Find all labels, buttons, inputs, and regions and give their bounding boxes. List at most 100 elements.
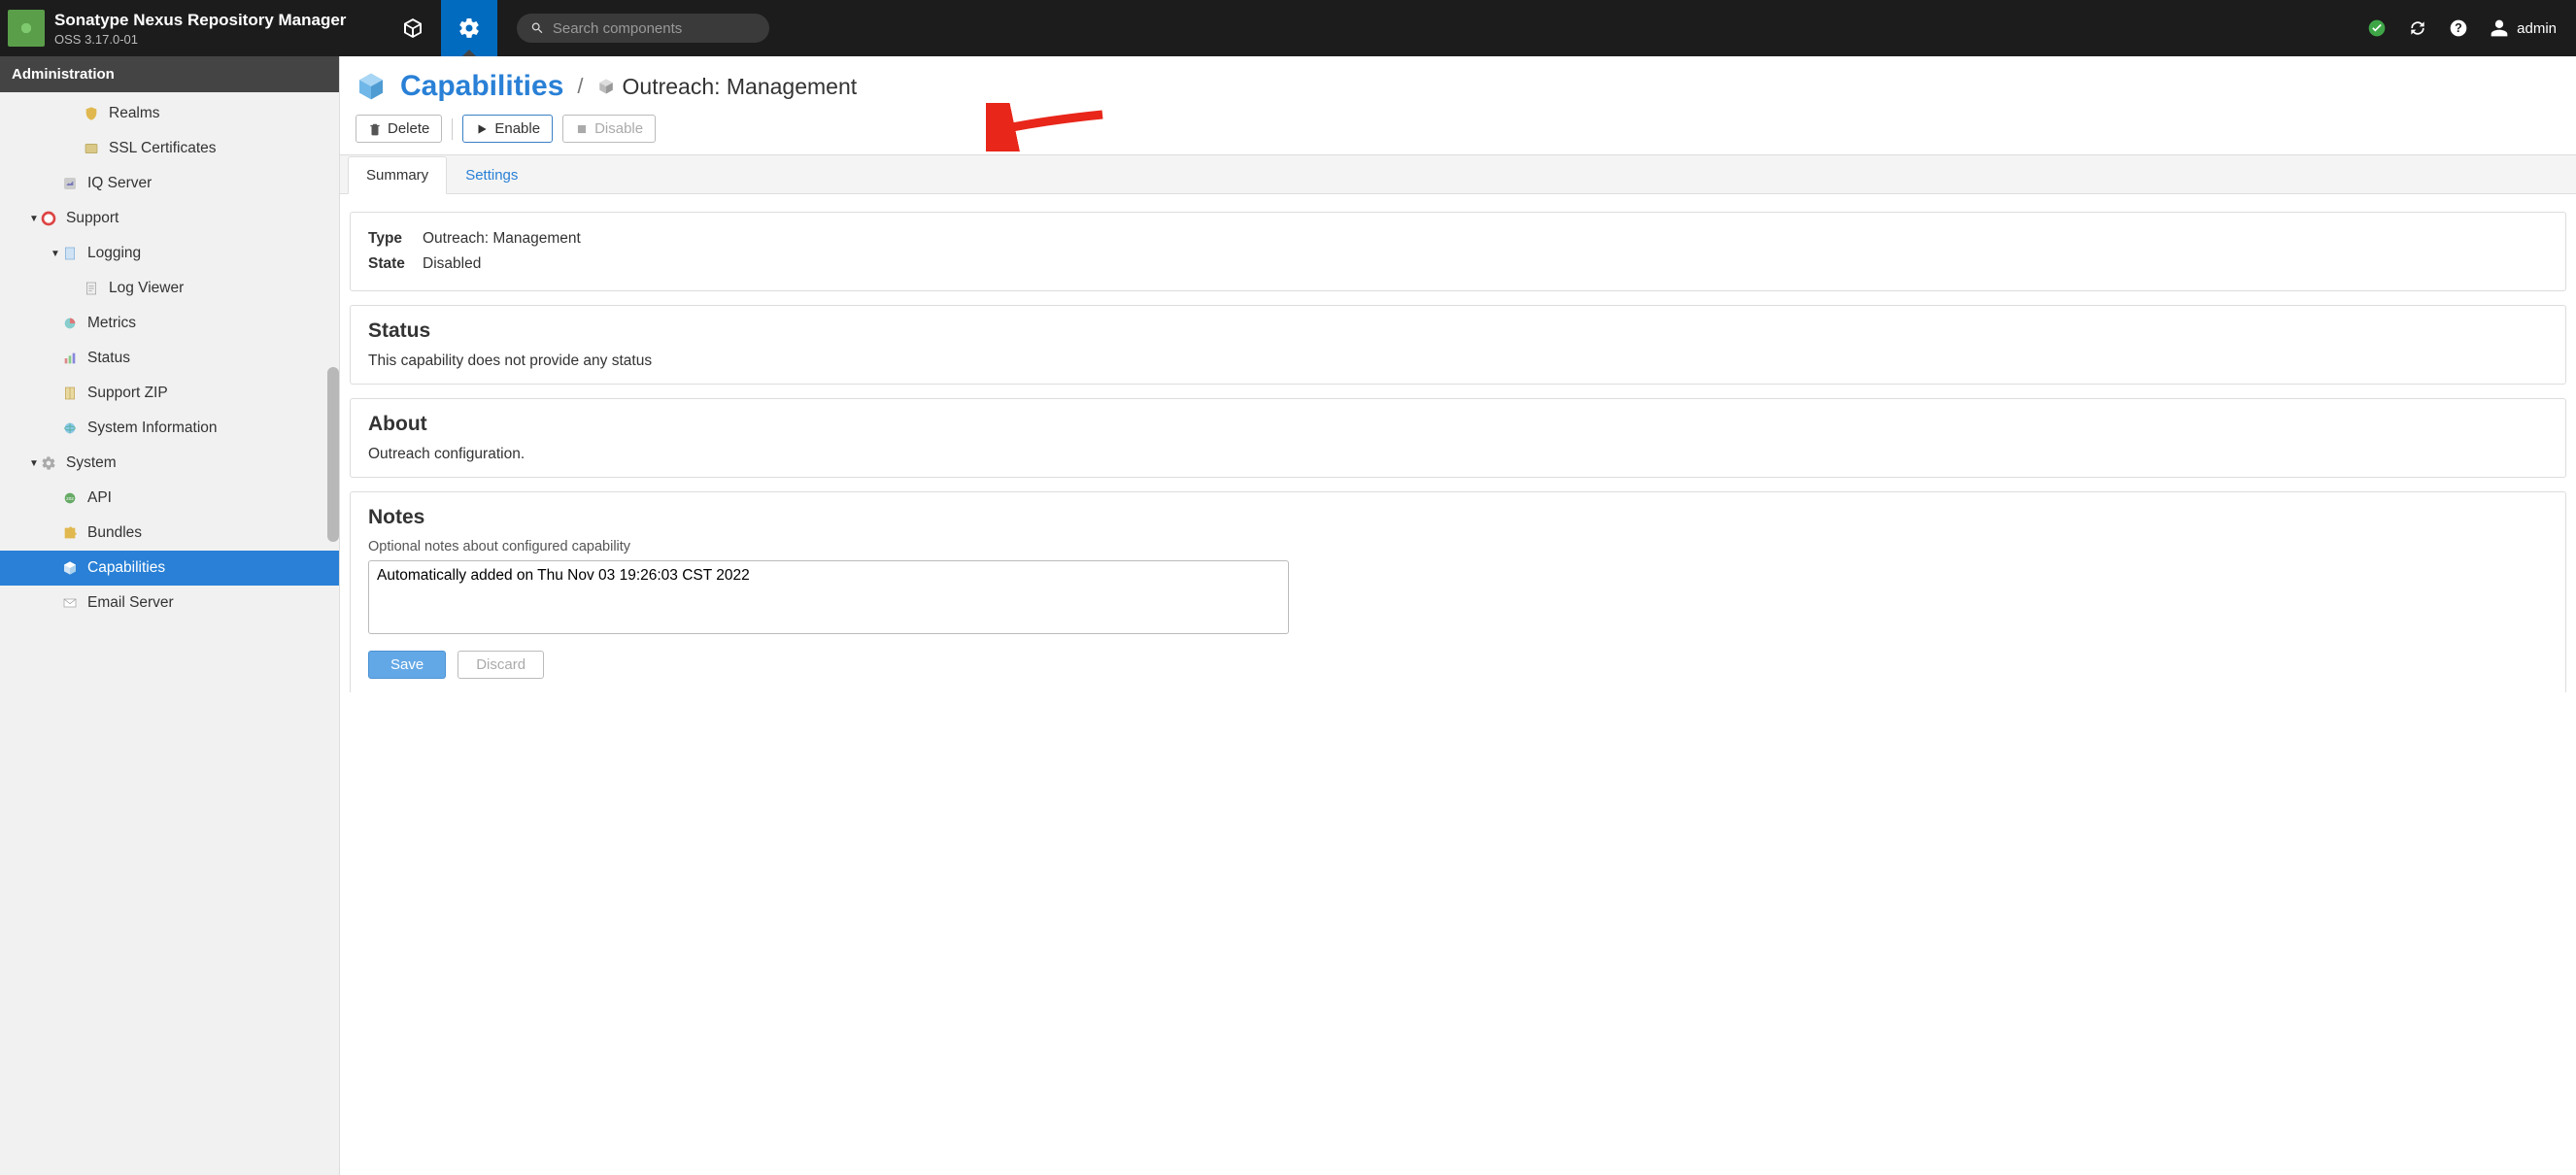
about-text: Outreach configuration.	[368, 446, 2548, 463]
mail-icon	[62, 595, 78, 611]
sidebar-item-label: Status	[87, 350, 331, 367]
sidebar: Administration Realms SSL Certificates IQ …	[0, 56, 340, 1175]
product-version: OSS 3.17.0-01	[54, 32, 346, 47]
tabs: Summary Settings	[340, 154, 2576, 194]
save-button[interactable]: Save	[368, 651, 446, 679]
brand-block: Sonatype Nexus Repository Manager OSS 3.…	[54, 11, 346, 47]
type-label: Type	[368, 230, 423, 248]
api-icon: 202	[62, 490, 78, 506]
user-icon	[2490, 18, 2509, 38]
docview-icon	[84, 281, 99, 296]
sidebar-item-email-server[interactable]: Email Server	[0, 586, 339, 621]
state-value: Disabled	[423, 255, 481, 273]
sidebar-item-label: Logging	[87, 245, 331, 262]
iq-icon	[62, 176, 78, 191]
cert-icon	[84, 141, 99, 156]
shield-icon	[84, 106, 99, 121]
sidebar-item-label: System Information	[87, 420, 331, 437]
type-state-panel: Type Outreach: Management State Disabled	[350, 212, 2566, 291]
sidebar-item-ssl-certificates[interactable]: SSL Certificates	[0, 131, 339, 166]
bars-icon	[62, 351, 78, 366]
sidebar-item-realms[interactable]: Realms	[0, 96, 339, 131]
toolbar-separator	[452, 118, 453, 140]
tree-arrow-icon: ▼	[49, 249, 62, 259]
browse-mode-button[interactable]	[385, 0, 441, 56]
trash-icon	[368, 122, 382, 136]
status-heading: Status	[368, 319, 2548, 343]
scrollbar-thumb[interactable]	[327, 367, 339, 542]
refresh-icon[interactable]	[2408, 18, 2427, 38]
sidebar-item-capabilities[interactable]: Capabilities	[0, 551, 339, 586]
tree-arrow-icon: ▼	[27, 214, 41, 224]
status-text: This capability does not provide any sta…	[368, 352, 2548, 370]
sidebar-item-bundles[interactable]: Bundles	[0, 516, 339, 551]
breadcrumb-current: Outreach: Management	[597, 74, 858, 100]
gear-icon	[458, 17, 481, 40]
sidebar-item-label: Support	[66, 210, 331, 227]
capabilities-cube-icon	[356, 71, 387, 102]
notes-heading: Notes	[368, 506, 2548, 529]
sidebar-item-label: Bundles	[87, 524, 331, 542]
sidebar-item-label: Support ZIP	[87, 385, 331, 402]
sidebar-item-support-zip[interactable]: Support ZIP	[0, 376, 339, 411]
breadcrumb-separator: /	[577, 74, 583, 99]
action-toolbar: Delete Enable Disable	[340, 109, 2576, 154]
delete-button[interactable]: Delete	[356, 115, 442, 143]
sidebar-item-label: SSL Certificates	[109, 140, 331, 157]
sidebar-item-status[interactable]: Status	[0, 341, 339, 376]
notes-textarea[interactable]	[368, 560, 1289, 634]
sidebar-title: Administration	[0, 56, 339, 92]
sidebar-item-label: Capabilities	[87, 559, 331, 577]
doc-icon	[62, 246, 78, 261]
cube-grey-icon	[597, 78, 615, 95]
main-content: Capabilities / Outreach: Management Dele…	[340, 56, 2576, 1175]
sidebar-item-log-viewer[interactable]: Log Viewer	[0, 271, 339, 306]
svg-text:202: 202	[66, 496, 74, 501]
notes-help: Optional notes about configured capabili…	[368, 539, 2548, 554]
search-box[interactable]	[517, 14, 769, 43]
sidebar-item-logging[interactable]: ▼ Logging	[0, 236, 339, 271]
discard-button[interactable]: Discard	[458, 651, 544, 679]
sidebar-item-label: Log Viewer	[109, 280, 331, 297]
sidebar-item-metrics[interactable]: Metrics	[0, 306, 339, 341]
state-label: State	[368, 255, 423, 273]
cube3-icon	[62, 560, 78, 576]
sidebar-item-label: System	[66, 454, 331, 472]
sidebar-item-label: Metrics	[87, 315, 331, 332]
header-right: ? admin	[2367, 18, 2576, 38]
breadcrumb-root[interactable]: Capabilities	[400, 70, 563, 103]
type-value: Outreach: Management	[423, 230, 581, 248]
health-ok-icon[interactable]	[2367, 18, 2387, 38]
pie-icon	[62, 316, 78, 331]
disable-button: Disable	[562, 115, 656, 143]
globe-icon	[62, 420, 78, 436]
sidebar-item-label: IQ Server	[87, 175, 331, 192]
stop-icon	[575, 122, 589, 136]
puzzle-icon	[62, 525, 78, 541]
help-icon[interactable]: ?	[2449, 18, 2468, 38]
admin-mode-button[interactable]	[441, 0, 497, 56]
about-panel: About Outreach configuration.	[350, 398, 2566, 478]
username-label: admin	[2517, 20, 2557, 37]
header-mode-switcher	[385, 0, 497, 56]
sidebar-item-system[interactable]: ▼System	[0, 446, 339, 481]
tab-settings[interactable]: Settings	[447, 156, 536, 194]
sidebar-item-support[interactable]: ▼ Support	[0, 201, 339, 236]
search-input[interactable]	[553, 20, 757, 37]
notes-actions: Save Discard	[368, 651, 2548, 679]
svg-text:?: ?	[2455, 21, 2462, 35]
search-icon	[530, 20, 544, 36]
product-name: Sonatype Nexus Repository Manager	[54, 11, 346, 30]
sidebar-item-api[interactable]: 202API	[0, 481, 339, 516]
user-menu[interactable]: admin	[2490, 18, 2557, 38]
product-logo	[8, 10, 45, 47]
status-panel: Status This capability does not provide …	[350, 305, 2566, 385]
breadcrumb: Capabilities / Outreach: Management	[340, 56, 2576, 109]
sidebar-item-iq-server[interactable]: IQ Server	[0, 166, 339, 201]
app-header: Sonatype Nexus Repository Manager OSS 3.…	[0, 0, 2576, 56]
summary-panel-area: Type Outreach: Management State Disabled…	[340, 194, 2576, 723]
play-icon	[475, 122, 489, 136]
enable-button[interactable]: Enable	[462, 115, 553, 143]
sidebar-item-system-information[interactable]: System Information	[0, 411, 339, 446]
tab-summary[interactable]: Summary	[348, 156, 447, 194]
